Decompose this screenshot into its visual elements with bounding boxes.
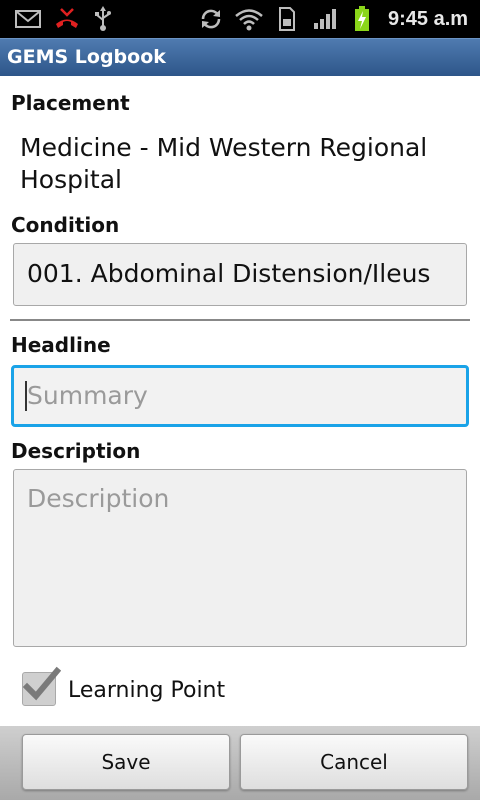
status-time: 9:45 a.m (388, 8, 469, 30)
missed-call-icon (52, 6, 82, 32)
description-input[interactable]: Description (13, 469, 467, 647)
condition-label: Condition (11, 213, 120, 237)
placement-value: Medicine - Mid Western Regional Hospital (20, 133, 428, 194)
checkmark-icon (22, 666, 61, 701)
learning-point-label: Learning Point (68, 678, 226, 703)
headline-placeholder: Summary (27, 381, 148, 410)
learning-point-checkbox[interactable] (22, 666, 61, 706)
battery-charging-icon (352, 6, 372, 32)
wifi-icon (234, 6, 264, 32)
cancel-button[interactable]: Cancel (240, 734, 468, 790)
sd-card-icon (276, 6, 298, 32)
headline-input[interactable]: Summary (11, 365, 469, 427)
headline-label: Headline (11, 333, 111, 357)
sync-icon (198, 6, 224, 32)
description-placeholder: Description (27, 484, 170, 513)
app-title-bar: GEMS Logbook (0, 38, 480, 76)
signal-icon (312, 6, 338, 32)
divider (10, 319, 470, 321)
placement-label: Placement (11, 91, 130, 115)
usb-icon (92, 6, 114, 32)
app-title: GEMS Logbook (7, 46, 166, 68)
status-bar: 9:45 a.m (0, 0, 480, 38)
condition-field[interactable]: 001. Abdominal Distension/Ileus (13, 243, 467, 306)
text-cursor (25, 381, 27, 411)
description-label: Description (11, 439, 141, 463)
condition-value: 001. Abdominal Distension/Ileus (27, 259, 431, 288)
save-button[interactable]: Save (22, 734, 230, 790)
gmail-icon (14, 6, 42, 32)
